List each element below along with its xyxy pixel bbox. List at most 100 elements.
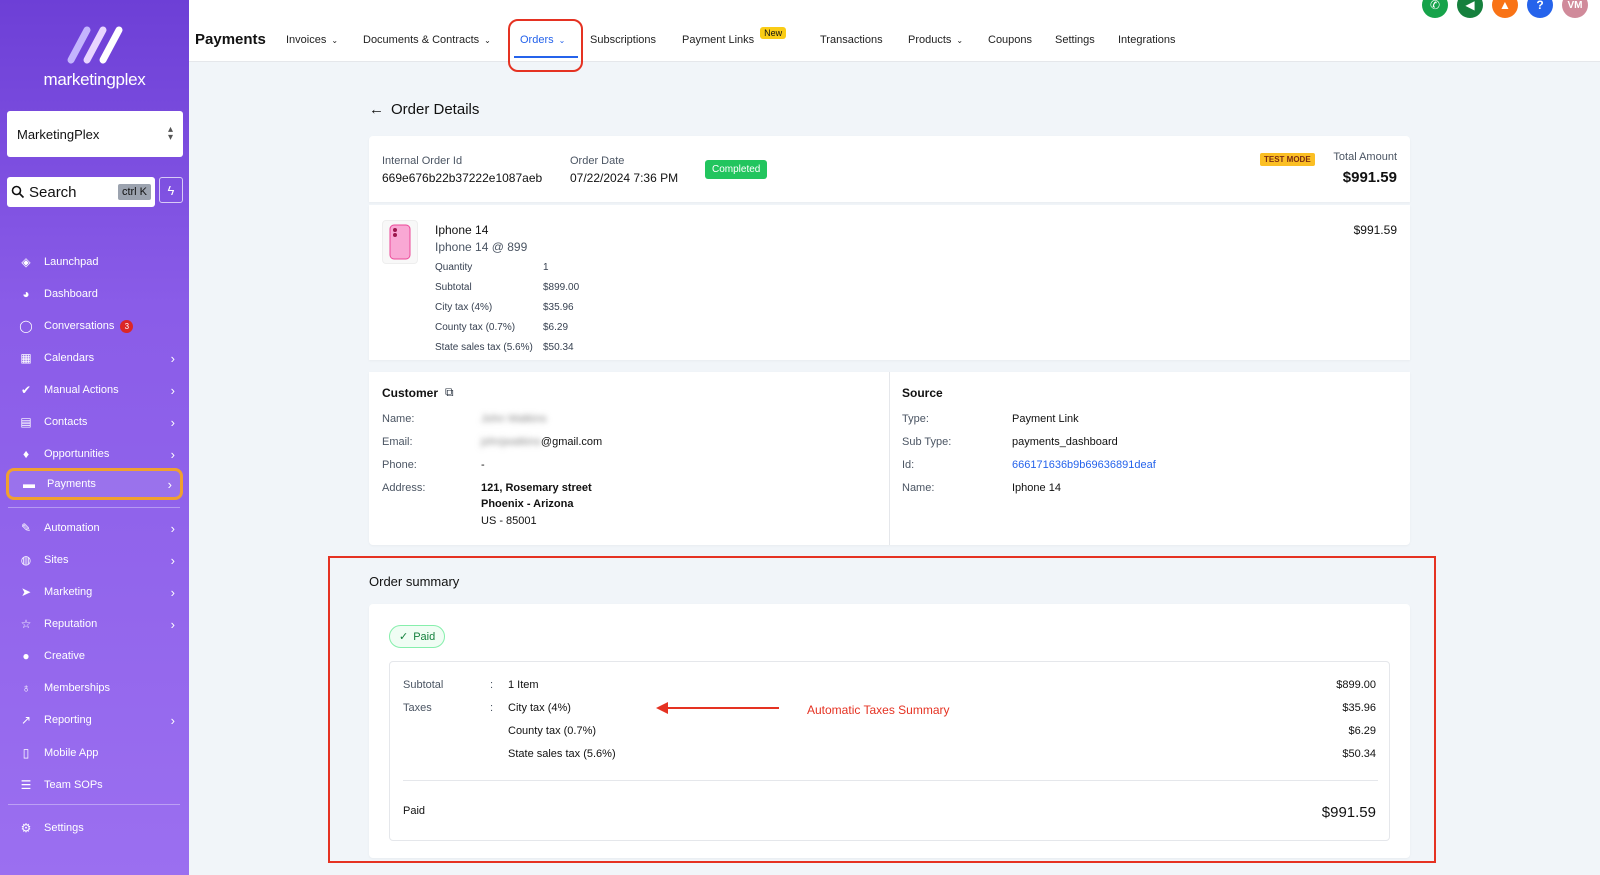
sidebar-item-team-sops[interactable]: ☰ Team SOPs	[6, 771, 183, 799]
account-name: MarketingPlex	[17, 126, 100, 142]
sidebar-divider	[8, 507, 180, 508]
brand-name: marketingplex	[43, 70, 146, 89]
tab-documents-contracts[interactable]: Documents & Contracts ⌄	[363, 34, 491, 46]
quick-action-button[interactable]: ϟ	[159, 177, 183, 203]
tab-coupons[interactable]: Coupons	[988, 34, 1032, 46]
sidebar-item-label: Reporting	[44, 714, 92, 726]
tab-transactions[interactable]: Transactions	[820, 34, 883, 46]
sidebar-item-dashboard[interactable]: ◕ Dashboard	[6, 280, 183, 308]
sidebar-item-label: Manual Actions	[44, 384, 119, 396]
award-icon: ♁	[21, 681, 31, 695]
internal-id-label: Internal Order Id	[382, 155, 463, 167]
chart-icon: ↗	[20, 713, 32, 727]
tab-label: Invoices	[286, 34, 327, 46]
item-row-value: $899.00	[543, 282, 580, 293]
funnel-icon: ♦	[22, 447, 30, 461]
sidebar-item-label: Opportunities	[44, 448, 110, 460]
sidebar-item-reputation[interactable]: ☆ Reputation ›	[6, 610, 183, 638]
sidebar-item-memberships[interactable]: ♁ Memberships	[6, 674, 183, 702]
page-title: Payments	[195, 31, 266, 48]
email-local-part: johnjwatkins	[481, 436, 541, 448]
sidebar-item-automation[interactable]: ✎ Automation ›	[6, 514, 183, 542]
sidebar-item-opportunities[interactable]: ♦ Opportunities ›	[6, 440, 183, 468]
phone-call-icon[interactable]: ✆	[1422, 0, 1448, 18]
sidebar-item-payments[interactable]: ▬ Payments ›	[6, 468, 183, 500]
address-line1: 121, Rosemary street	[481, 482, 592, 494]
source-id-link[interactable]: 666171636b9b69636891deaf	[1012, 459, 1156, 471]
total-amount-value: $991.59	[1342, 169, 1397, 186]
source-name-label: Name:	[902, 482, 935, 494]
account-switcher[interactable]: MarketingPlex ▴ ▾	[7, 111, 183, 157]
tax-row-value: $6.29	[1348, 725, 1376, 737]
chevron-right-icon: ›	[170, 382, 175, 398]
order-date-value: 07/22/2024 7:36 PM	[570, 171, 679, 185]
chat-icon: ◯	[19, 319, 33, 333]
chevron-right-icon: ›	[167, 476, 172, 492]
sidebar-item-mobile-app[interactable]: ▯ Mobile App	[6, 739, 183, 767]
sidebar-item-conversations[interactable]: ◯ Conversations 3	[6, 312, 183, 340]
sidebar-item-reporting[interactable]: ↗ Reporting ›	[6, 706, 183, 734]
summary-divider	[403, 780, 1378, 781]
source-heading: Source	[902, 386, 943, 400]
sidebar-item-label: Creative	[44, 650, 85, 662]
item-row-label: County tax (0.7%)	[435, 322, 516, 333]
bell-icon[interactable]: ▲	[1492, 0, 1518, 18]
sidebar-item-creative[interactable]: ● Creative	[6, 642, 183, 670]
sidebar-item-marketing[interactable]: ➤ Marketing ›	[6, 578, 183, 606]
sidebar-item-contacts[interactable]: ▤ Contacts ›	[6, 408, 183, 436]
sidebar-item-label: Mobile App	[44, 747, 99, 759]
search-icon	[11, 185, 25, 199]
list-icon: ☰	[20, 778, 32, 792]
source-type-value: Payment Link	[1012, 413, 1079, 425]
new-badge: New	[760, 27, 787, 39]
sidebar-item-launchpad[interactable]: ◈ Launchpad	[6, 248, 183, 276]
item-row-value: $35.96	[543, 302, 574, 313]
external-link-icon[interactable]: ⧉	[445, 385, 454, 400]
brand-logo[interactable]: marketingplex	[0, 22, 189, 90]
order-item-card: Iphone 14 Iphone 14 @ 899 $991.59 Quanti…	[369, 205, 1410, 360]
tab-settings[interactable]: Settings	[1055, 34, 1095, 46]
sidebar-item-label: Launchpad	[44, 256, 99, 268]
sidebar-item-sites[interactable]: ◍ Sites ›	[6, 546, 183, 574]
email-domain: @gmail.com	[540, 436, 603, 448]
tab-subscriptions[interactable]: Subscriptions	[590, 34, 656, 46]
tab-products[interactable]: Products ⌄	[908, 34, 963, 46]
sidebar-item-settings[interactable]: ⚙ Settings	[6, 814, 183, 842]
arrow-left-icon: ←	[369, 101, 384, 118]
tab-payment-links[interactable]: Payment Links New	[682, 27, 787, 46]
tab-label: Documents & Contracts	[363, 34, 480, 46]
iphone-icon	[389, 224, 411, 260]
test-mode-badge: TEST MODE	[1260, 153, 1315, 166]
item-row-label: Subtotal	[435, 282, 472, 293]
help-icon[interactable]: ?	[1527, 0, 1553, 18]
customer-source-card: Customer ⧉ Name: John Watkins Email: joh…	[369, 372, 1410, 545]
sidebar-item-calendars[interactable]: ▦ Calendars ›	[6, 344, 183, 372]
item-price: $991.59	[1353, 223, 1397, 237]
colon-separator: :	[490, 679, 494, 691]
tax-row-value: $35.96	[1342, 702, 1376, 714]
sidebar-item-label: Contacts	[44, 416, 88, 428]
megaphone-icon[interactable]: ◀	[1457, 0, 1483, 18]
taxes-label: Taxes	[403, 702, 432, 714]
address-line2: Phoenix - Arizona	[481, 498, 574, 510]
chevron-right-icon: ›	[170, 446, 175, 462]
tab-integrations[interactable]: Integrations	[1118, 34, 1175, 46]
internal-id-value: 669e676b22b37222e1087aeb	[382, 171, 543, 185]
tab-invoices[interactable]: Invoices ⌄	[286, 34, 338, 46]
tab-label: Integrations	[1118, 34, 1176, 46]
avatar[interactable]: VM	[1562, 0, 1588, 18]
order-date-label: Order Date	[570, 155, 625, 167]
calendar-icon: ▦	[20, 351, 32, 365]
paid-total-value: $991.59	[1321, 804, 1376, 821]
sidebar-item-manual-actions[interactable]: ✔ Manual Actions ›	[6, 376, 183, 404]
check-circle-icon: ✔	[20, 383, 32, 397]
sidebar-item-label: Calendars	[44, 352, 95, 364]
back-link[interactable]: ← Order Details	[369, 101, 479, 118]
search-box[interactable]: Search ctrl K	[7, 177, 155, 207]
card-icon: ▬	[23, 477, 35, 491]
colon-separator: :	[490, 702, 494, 714]
customer-heading: Customer	[382, 386, 439, 400]
tab-label: Payment Links	[682, 34, 755, 46]
source-type-label: Type:	[902, 413, 929, 425]
item-row-label: City tax (4%)	[435, 302, 493, 313]
